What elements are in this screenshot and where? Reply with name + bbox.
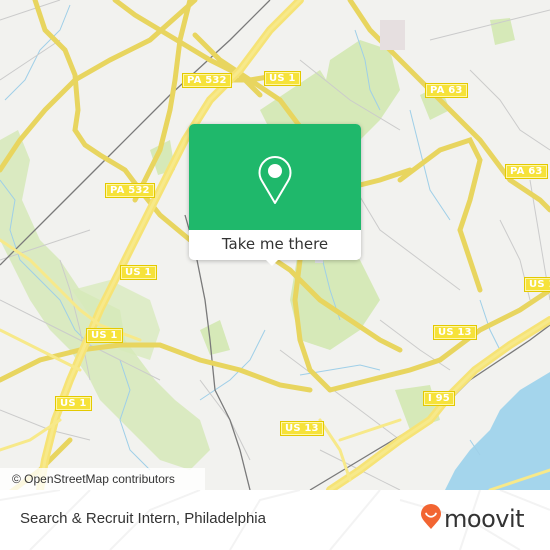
- road-shield: US 13: [433, 325, 477, 340]
- moovit-wordmark: moovit: [444, 505, 525, 533]
- location-pin-icon: [257, 153, 293, 209]
- popup-pointer: [264, 258, 280, 266]
- moovit-smiley-pin-icon: [420, 504, 442, 534]
- road-shield: US 1: [524, 277, 550, 292]
- map-attribution[interactable]: © OpenStreetMap contributors: [0, 468, 205, 490]
- map-view[interactable]: US 1 PA 532 PA 63 PA 532 PA 63 US 1 US 1…: [0, 0, 550, 490]
- road-shield: PA 532: [105, 183, 155, 198]
- road-shield: PA 63: [425, 83, 468, 98]
- road-shield: US 1: [264, 71, 301, 86]
- popup-header: [189, 124, 361, 230]
- location-popup: Take me there: [189, 124, 361, 266]
- take-me-there-button[interactable]: Take me there: [189, 230, 361, 260]
- moovit-logo[interactable]: moovit: [420, 504, 525, 534]
- road-shield: PA 532: [182, 73, 232, 88]
- road-shield: US 1: [86, 328, 123, 343]
- road-shield: US 1: [55, 396, 92, 411]
- road-shield: PA 63: [505, 164, 548, 179]
- road-shield: I 95: [423, 391, 455, 406]
- footer-bar: Search & Recruit Intern, Philadelphia mo…: [0, 490, 550, 550]
- place-title: Search & Recruit Intern, Philadelphia: [20, 510, 266, 527]
- road-shield: US 1: [120, 265, 157, 280]
- road-shield: US 13: [280, 421, 324, 436]
